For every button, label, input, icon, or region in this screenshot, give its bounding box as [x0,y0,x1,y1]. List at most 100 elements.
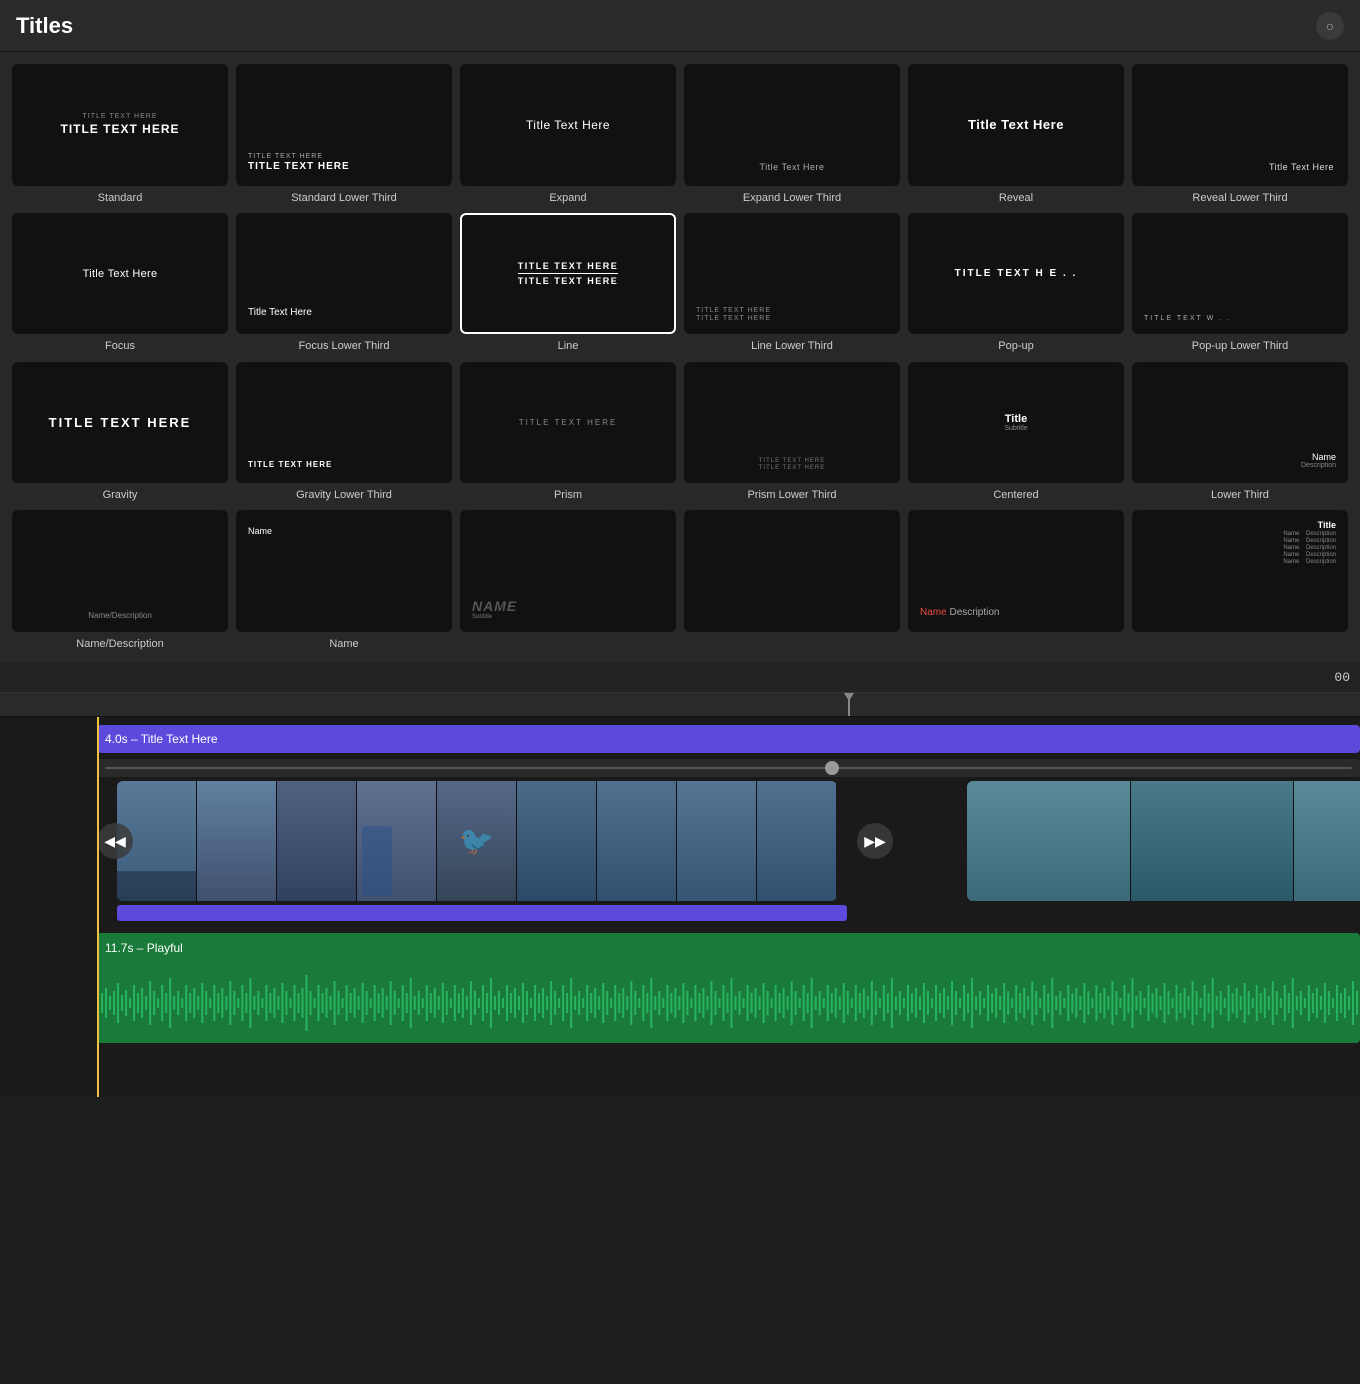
title-item-reveal[interactable]: Title Text Here Reveal [908,64,1124,205]
title-thumb-standard: TITLE TEXT HERE TITLE TEXT HERE [12,64,228,186]
title-item-name-desc[interactable]: Name/Description Name/Description [12,510,228,651]
title-label-name-desc: Name/Description [76,637,163,651]
title-label-reveal: Reveal [999,191,1033,205]
title-label-gravity-lower-third: Gravity Lower Third [296,488,392,502]
title-item-name5[interactable]: Title Name Description Name Description … [1132,510,1348,651]
title-thumb-line-lower-third: TITLE TEXT HERE TITLE TEXT HERE [684,213,900,335]
title-label-standard-lower-third: Standard Lower Third [291,191,397,205]
search-icon: ○ [1326,18,1334,34]
title-item-line-lower-third[interactable]: TITLE TEXT HERE TITLE TEXT HERE Line Low… [684,213,900,354]
video-frame [757,781,837,901]
title-thumb-name-desc: Name/Description [12,510,228,632]
title-thumb-popup: TITLE TEXT H E . . [908,213,1124,335]
playhead-line [848,693,850,716]
title-label-focus: Focus [105,339,135,353]
title-thumb-gravity: TITLE TEXT HERE [12,362,228,484]
title-item-name[interactable]: Name Name [236,510,452,651]
scrubber-handle[interactable] [825,761,839,775]
current-time-line [97,717,99,1097]
title-item-line[interactable]: TITLE TEXT HERE TITLE TEXT HERE Line [460,213,676,354]
title-label-line: Line [558,339,579,353]
video-blue-bar-fill [117,905,847,921]
title-item-focus[interactable]: Title Text Here Focus [12,213,228,354]
title-item-standard[interactable]: TITLE TEXT HERE TITLE TEXT HERE Standard [12,64,228,205]
title-thumb-expand-lower-third: Title Text Here [684,64,900,186]
title-item-popup-lower-third[interactable]: TITLE TEXT W . . Pop-up Lower Third [1132,213,1348,354]
title-item-name2[interactable]: NAME Subtitle [460,510,676,651]
title-thumb-line: TITLE TEXT HERE TITLE TEXT HERE [460,213,676,335]
title-label-focus-lower-third: Focus Lower Third [299,339,390,353]
title-thumb-centered: Title Subtitle [908,362,1124,484]
title-thumb-focus: Title Text Here [12,213,228,335]
title-label-standard: Standard [98,191,143,205]
audio-waveform [97,963,1360,1043]
titles-grid: TITLE TEXT HERE TITLE TEXT HERE Standard… [12,64,1348,651]
title-thumb-name4: Name Description [908,510,1124,632]
header: Titles ○ [0,0,1360,52]
title-item-lower-third[interactable]: Name Description Lower Third [1132,362,1348,503]
title-track: 4.0s – Title Text Here [97,725,1360,753]
title-thumb-focus-lower-third: Title Text Here [236,213,452,335]
title-item-gravity[interactable]: TITLE TEXT HERE Gravity [12,362,228,503]
waveform-svg [97,963,1360,1043]
title-label-name: Name [329,637,358,651]
video-frame [357,781,437,901]
skip-forward-button[interactable]: ▶▶ [857,823,893,859]
skip-back-icon: ◀◀ [104,833,126,850]
title-thumb-gravity-lower-third: TITLE TEXT HERE [236,362,452,484]
audio-track-label-bar[interactable]: 11.7s – Playful [97,933,1360,963]
title-thumb-lower-third: Name Description [1132,362,1348,484]
title-label-prism: Prism [554,488,582,502]
title-label-line-lower-third: Line Lower Third [751,339,833,353]
video-frame [677,781,757,901]
title-item-expand-lower-third[interactable]: Title Text Here Expand Lower Third [684,64,900,205]
video-clip-main[interactable]: 🐦 [117,781,837,901]
video-scrubber-track [97,759,1360,777]
title-item-expand[interactable]: Title Text Here Expand [460,64,676,205]
title-item-prism-lower-third[interactable]: TITLE TEXT HERE TITLE TEXT HERE Prism Lo… [684,362,900,503]
search-button[interactable]: ○ [1316,12,1344,40]
skip-back-button[interactable]: ◀◀ [97,823,133,859]
title-item-centered[interactable]: Title Subtitle Centered [908,362,1124,503]
video-frame [277,781,357,901]
title-item-popup[interactable]: TITLE TEXT H E . . Pop-up [908,213,1124,354]
title-item-standard-lower-third[interactable]: TITLE TEXT HERE TITLE TEXT HERE Standard… [236,64,452,205]
title-label-centered: Centered [993,488,1038,502]
title-track-bar[interactable]: 4.0s – Title Text Here [97,725,1360,753]
title-track-label: 4.0s – Title Text Here [105,732,218,746]
video-frame: 🐦 [437,781,517,901]
timeline-tracks: 4.0s – Title Text Here ◀◀ [0,717,1360,1097]
title-label-gravity: Gravity [103,488,138,502]
video-clip-secondary[interactable] [967,781,1360,901]
title-thumb-reveal-lower-third: Title Text Here [1132,64,1348,186]
title-item-focus-lower-third[interactable]: Title Text Here Focus Lower Third [236,213,452,354]
page-title: Titles [16,13,73,39]
video-scrubber[interactable] [97,759,1360,777]
title-thumb-expand: Title Text Here [460,64,676,186]
video-frame [197,781,277,901]
title-label-popup: Pop-up [998,339,1033,353]
title-label-popup-lower-third: Pop-up Lower Third [1192,339,1288,353]
title-thumb-name2: NAME Subtitle [460,510,676,632]
title-thumb-name3 [684,510,900,632]
title-item-reveal-lower-third[interactable]: Title Text Here Reveal Lower Third [1132,64,1348,205]
titles-panel: TITLE TEXT HERE TITLE TEXT HERE Standard… [0,52,1360,663]
video-frame [597,781,677,901]
title-thumb-popup-lower-third: TITLE TEXT W . . [1132,213,1348,335]
title-label-lower-third: Lower Third [1211,488,1269,502]
timecode-bar: 00 [0,663,1360,693]
audio-track-label: 11.7s – Playful [105,941,183,955]
video-frames-track: ◀◀ 🐦 [97,781,1360,901]
title-item-name4[interactable]: Name Description [908,510,1124,651]
title-item-name3[interactable] [684,510,900,651]
title-item-gravity-lower-third[interactable]: TITLE TEXT HERE Gravity Lower Third [236,362,452,503]
title-label-expand-lower-third: Expand Lower Third [743,191,841,205]
timecode-display: 00 [1334,670,1350,685]
skip-forward-icon: ▶▶ [864,833,886,850]
title-label-prism-lower-third: Prism Lower Third [747,488,836,502]
title-thumb-name: Name [236,510,452,632]
title-label-expand: Expand [549,191,586,205]
title-item-prism[interactable]: TITLE TEXT HERE Prism [460,362,676,503]
audio-track: 11.7s – Playful [97,933,1360,1043]
title-thumb-name5: Title Name Description Name Description … [1132,510,1348,632]
